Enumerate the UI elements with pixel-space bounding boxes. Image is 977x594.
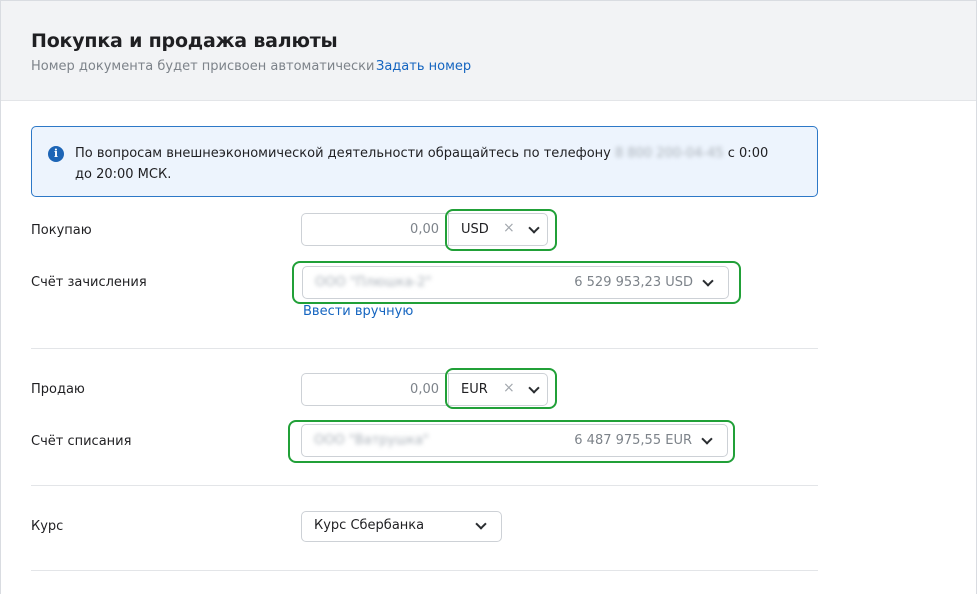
debit-account-select[interactable]: ООО "Ватрушка" 6 487 975,55 EUR <box>301 424 728 457</box>
rate-label: Курс <box>31 519 64 534</box>
buy-currency-value: USD <box>461 222 489 237</box>
section-divider <box>31 348 818 349</box>
buy-label: Покупаю <box>31 223 92 238</box>
credit-account-balance: 6 529 953,23 USD <box>574 275 693 290</box>
sell-currency-select[interactable]: EUR × <box>448 373 548 406</box>
info-banner: i По вопросам внешнеэкономической деятел… <box>31 126 818 197</box>
sell-label: Продаю <box>31 382 85 397</box>
section-divider <box>31 570 818 571</box>
buy-currency-select[interactable]: USD × <box>448 213 548 246</box>
credit-account-select[interactable]: ООО "Плюшка-2" 6 529 953,23 USD <box>302 266 729 299</box>
clear-icon[interactable]: × <box>503 220 515 236</box>
set-number-link[interactable]: Задать номер <box>376 59 471 74</box>
debit-account-name: ООО "Ватрушка" <box>314 433 429 448</box>
credit-account-name: ООО "Плюшка-2" <box>315 275 432 290</box>
debit-account-balance: 6 487 975,55 EUR <box>574 433 692 448</box>
rate-select[interactable]: Курс Сбербанка <box>301 511 502 542</box>
chevron-down-icon <box>528 222 540 234</box>
document-number-hint: Номер документа будет присвоен автоматич… <box>31 59 375 74</box>
sell-currency-value: EUR <box>461 382 488 397</box>
sell-amount-input[interactable]: 0,00 <box>301 373 449 406</box>
support-phone: 8 800 200-04-45 <box>614 146 724 161</box>
clear-icon[interactable]: × <box>503 380 515 396</box>
info-icon: i <box>48 146 64 162</box>
chevron-down-icon <box>475 518 487 530</box>
page-header: Покупка и продажа валюты Номер документа… <box>1 1 976 101</box>
debit-account-label: Счёт списания <box>31 434 132 449</box>
rate-value: Курс Сбербанка <box>314 518 425 533</box>
chevron-down-icon <box>702 275 714 287</box>
enter-manually-link[interactable]: Ввести вручную <box>303 304 413 319</box>
chevron-down-icon <box>701 433 713 445</box>
buy-amount-input[interactable]: 0,00 <box>301 213 449 246</box>
section-divider <box>31 485 818 486</box>
credit-account-label: Счёт зачисления <box>31 275 147 290</box>
info-text: По вопросам внешнеэкономической деятельн… <box>75 143 775 185</box>
chevron-down-icon <box>528 382 540 394</box>
info-text-start: По вопросам внешнеэкономической деятельн… <box>75 146 615 161</box>
page-title: Покупка и продажа валюты <box>31 30 338 52</box>
